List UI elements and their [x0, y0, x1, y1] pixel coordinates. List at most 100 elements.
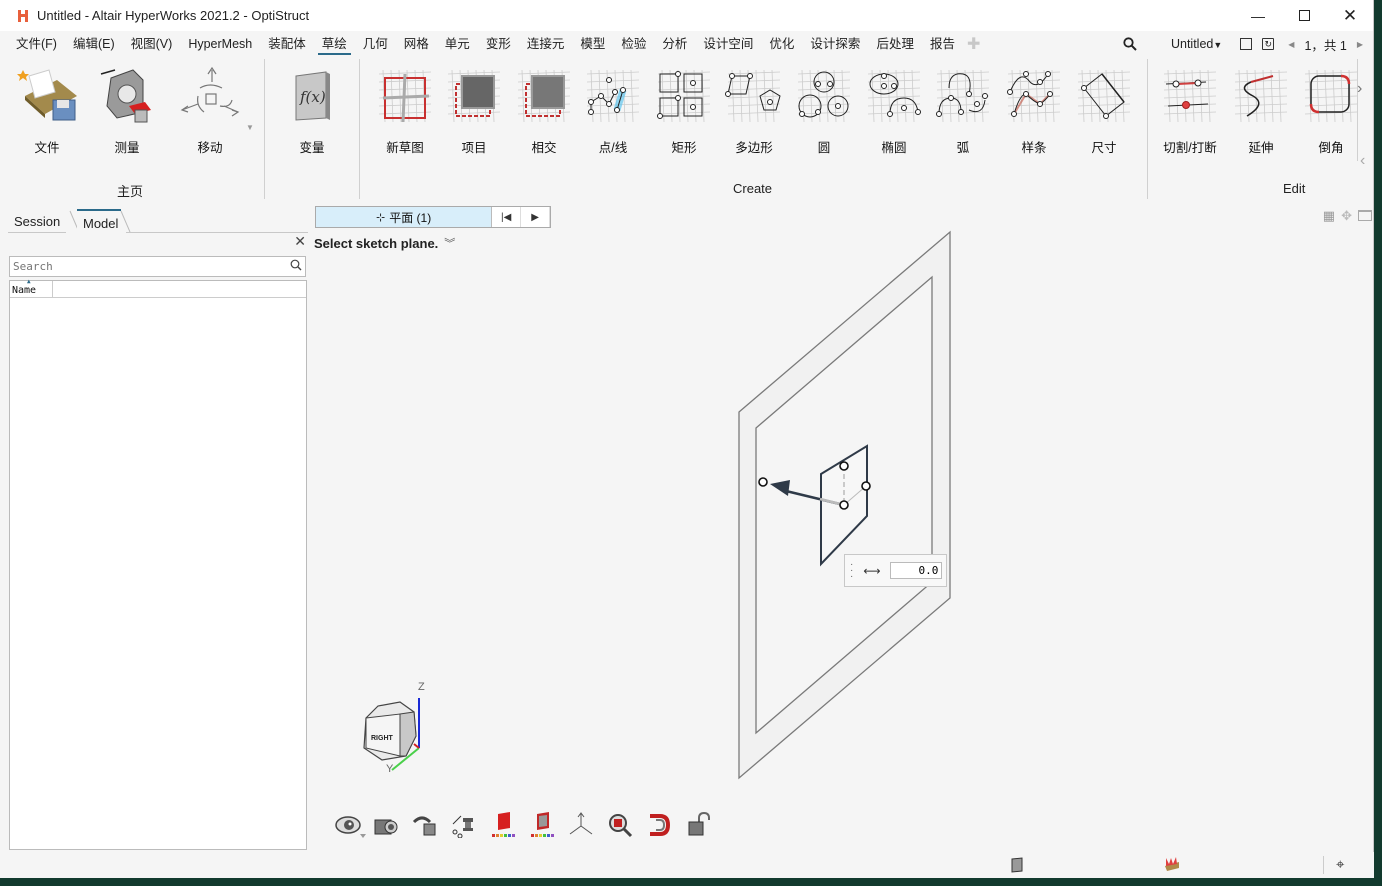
- model-tree[interactable]: ▲ Name: [9, 278, 307, 850]
- ribbon-button-fillet[interactable]: 倒角: [1296, 65, 1366, 157]
- menu-sketch[interactable]: 草绘: [314, 31, 355, 57]
- view-rotate-icon[interactable]: [412, 812, 438, 838]
- 3d-display-icon[interactable]: [646, 812, 672, 838]
- first-step-button[interactable]: |◀: [492, 207, 522, 227]
- ribbon-button-file[interactable]: 文件: [12, 65, 82, 157]
- ribbon-button-ellipse[interactable]: 椭圆: [859, 65, 929, 157]
- menu-element[interactable]: 单元: [437, 31, 478, 57]
- menu-design-explore[interactable]: 设计探索: [802, 31, 868, 57]
- ribbon-label: 切割/打断: [1163, 141, 1217, 155]
- expand-options-icon[interactable]: ︾: [444, 235, 455, 251]
- ribbon-button-point-line[interactable]: 点/线: [578, 65, 648, 157]
- crosshair-icon[interactable]: ⌖: [1336, 856, 1344, 873]
- close-button[interactable]: ✕: [1327, 0, 1373, 31]
- title-bar: Untitled - Altair HyperWorks 2021.2 - Op…: [0, 0, 1373, 31]
- next-step-button[interactable]: ▶: [521, 207, 550, 227]
- window-title: Untitled - Altair HyperWorks 2021.2 - Op…: [37, 8, 310, 23]
- ribbon-button-rectangle[interactable]: 矩形: [649, 65, 719, 157]
- grid-view-icon[interactable]: ▦: [1323, 208, 1335, 224]
- menu-design-space[interactable]: 设计空间: [695, 31, 761, 57]
- guide-bar: ⊹ 平面 (1) |◀ ▶: [315, 206, 551, 228]
- measure-icon: [97, 65, 157, 127]
- ribbon-button-spline[interactable]: 样条: [999, 65, 1069, 157]
- circle-icon: [794, 65, 854, 127]
- ribbon-button-move[interactable]: 移动: [175, 65, 245, 157]
- menu-check[interactable]: 检验: [613, 31, 654, 57]
- ribbon-scroll-right-icon[interactable]: ›: [1357, 80, 1362, 98]
- group-label-home: 主页: [117, 184, 144, 199]
- part-icon[interactable]: [1010, 857, 1024, 873]
- close-panel-icon[interactable]: ✕: [294, 233, 306, 250]
- ribbon-button-extend[interactable]: 延伸: [1226, 65, 1296, 157]
- ribbon-label: 尺寸: [1091, 141, 1117, 155]
- axis-triad-icon[interactable]: [568, 812, 594, 838]
- ribbon-label: 矩形: [671, 141, 697, 155]
- prev-page-icon[interactable]: ◀: [1288, 40, 1294, 49]
- plus-icon[interactable]: ✚: [967, 34, 980, 54]
- sort-ascending-icon: ▲: [27, 278, 31, 285]
- ribbon-label: 多边形: [735, 141, 773, 155]
- menu-analysis[interactable]: 分析: [654, 31, 695, 57]
- drag-grip-icon[interactable]: · · ·: [850, 559, 853, 581]
- menu-post[interactable]: 后处理: [868, 31, 922, 57]
- column-header-name[interactable]: ▲ Name: [10, 278, 53, 297]
- menu-file[interactable]: 文件(F): [8, 31, 65, 57]
- ribbon-button-new-sketch[interactable]: 新草图: [370, 65, 440, 157]
- color-by-part-icon[interactable]: [490, 812, 516, 838]
- ribbon-button-project[interactable]: 项目: [439, 65, 509, 157]
- ribbon-button-measure[interactable]: 测量: [92, 65, 162, 157]
- ribbon-button-circle[interactable]: 圆: [789, 65, 859, 157]
- menu-view[interactable]: 视图(V): [123, 31, 181, 57]
- next-page-icon[interactable]: ▶: [1357, 40, 1363, 49]
- maximize-button[interactable]: [1281, 0, 1327, 31]
- menu-model[interactable]: 模型: [572, 31, 613, 57]
- move-dropdown-icon[interactable]: ▼: [246, 123, 254, 132]
- menu-hypermesh[interactable]: HyperMesh: [180, 31, 260, 57]
- tab-model[interactable]: Model: [77, 209, 121, 233]
- camera-icon[interactable]: [373, 812, 399, 838]
- status-bar: ⌖: [0, 852, 1374, 878]
- window-maximize-icon[interactable]: [1358, 210, 1372, 221]
- menu-mesh[interactable]: 网格: [396, 31, 437, 57]
- menu-assembly[interactable]: 装配体: [260, 31, 314, 57]
- menu-edit[interactable]: 编辑(E): [65, 31, 123, 57]
- pan-icon[interactable]: ✥: [1341, 208, 1352, 224]
- ribbon-button-dimension[interactable]: 尺寸: [1069, 65, 1139, 157]
- svg-text:f(x): f(x): [299, 88, 326, 106]
- minimize-button[interactable]: —: [1235, 0, 1281, 31]
- dimension-icon: [1074, 65, 1134, 127]
- tab-session[interactable]: Session: [8, 209, 72, 233]
- search-icon[interactable]: [1123, 37, 1137, 51]
- plane-selector[interactable]: ⊹ 平面 (1): [316, 207, 493, 227]
- menu-morph[interactable]: 变形: [478, 31, 519, 57]
- graphics-viewport[interactable]: ⊹ 平面 (1) |◀ ▶ Select sketch plane. ︾ ▦ ✥…: [310, 200, 1374, 845]
- ribbon-button-polygon[interactable]: 多边形: [719, 65, 789, 157]
- search-input[interactable]: [9, 256, 306, 277]
- ribbon-button-trim-break[interactable]: 切割/打断: [1155, 65, 1225, 157]
- model-icon[interactable]: [1163, 856, 1181, 872]
- visualization-eye-icon[interactable]: [334, 812, 366, 838]
- session-dropdown[interactable]: Untitled▼: [1171, 37, 1222, 51]
- menu-optimize[interactable]: 优化: [761, 31, 802, 57]
- dropdown-arrow-icon: ▼: [1213, 40, 1223, 50]
- ribbon-button-intersect[interactable]: 相交: [509, 65, 579, 157]
- unlock-icon[interactable]: [685, 811, 711, 838]
- fillet-icon: [1301, 65, 1361, 127]
- window-layout-icon[interactable]: [1240, 38, 1253, 50]
- offset-value-field[interactable]: [890, 562, 943, 579]
- reset-page-icon[interactable]: ↻: [1262, 38, 1275, 50]
- ribbon-label: 变量: [299, 141, 325, 155]
- menu-report[interactable]: 报告: [922, 31, 963, 57]
- menu-connector[interactable]: 连接元: [519, 31, 573, 57]
- search-icon[interactable]: [290, 259, 302, 271]
- ribbon-label: 倒角: [1318, 141, 1344, 155]
- section-icon[interactable]: [451, 812, 477, 839]
- ribbon-button-variables[interactable]: f(x) 变量: [277, 65, 347, 157]
- color-by-element-icon[interactable]: [529, 812, 555, 838]
- zoom-fit-icon[interactable]: [607, 812, 633, 838]
- view-cube-triad[interactable]: Z Y RIGHT: [356, 678, 436, 778]
- ribbon-scroll-left-icon[interactable]: ‹: [1360, 152, 1365, 170]
- view-cube-face-label: RIGHT: [371, 735, 394, 742]
- ribbon-button-arc[interactable]: 弧: [928, 65, 998, 157]
- menu-geometry[interactable]: 几何: [355, 31, 396, 57]
